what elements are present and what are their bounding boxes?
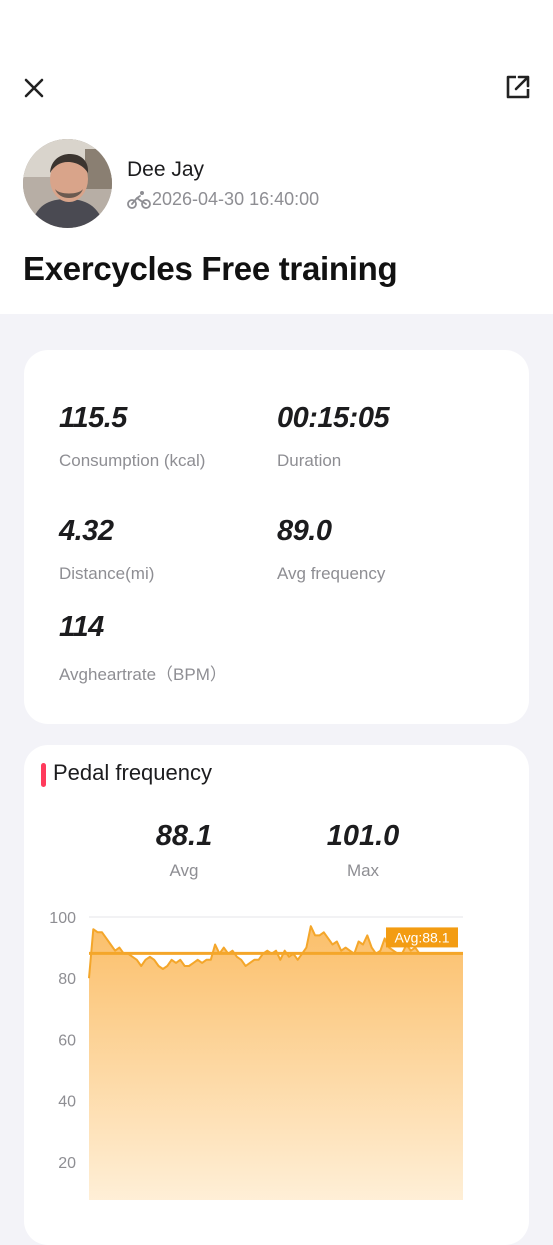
y-tick-label-40: 40 [58,1094,76,1111]
avg-pedal-label: Avg [169,861,199,880]
avg-frequency-label: Avg frequency [277,564,386,583]
pedal-frequency-chart: 20 40 60 80 100 Avg:88.1 [49,910,463,1200]
duration-value: 00:15:05 [277,402,390,434]
y-tick-label-60: 60 [58,1032,76,1049]
stats-card: 115.5 Consumption (kcal) 00:15:05 Durati… [24,350,529,724]
user-name: Dee Jay [127,158,205,181]
y-tick-label-100: 100 [49,910,76,927]
distance-value: 4.32 [59,515,114,547]
top-bar [0,0,553,123]
section-title: Pedal frequency [53,760,212,785]
max-pedal-value: 101.0 [326,820,400,852]
max-pedal-label: Max [346,861,380,880]
y-tick-label-20: 20 [58,1155,76,1172]
avg-heartrate-label: Avgheartrate（BPM） [59,665,227,684]
bicycle-icon [127,190,151,209]
profile-section: Dee Jay 2026-04-30 16:40:00 Exercycles F… [0,122,553,314]
section-accent-bar [41,763,46,787]
share-button[interactable] [504,73,532,101]
close-icon [24,78,44,98]
calories-value: 115.5 [59,402,127,434]
distance-label: Distance(mi) [59,564,155,583]
session-datetime: 2026-04-30 16:40:00 [152,189,320,209]
avatar[interactable] [23,139,112,228]
session-info: 2026-04-30 16:40:00 [127,189,319,210]
avg-pedal-value: 88.1 [155,820,213,852]
close-button[interactable] [20,74,48,102]
share-icon [506,75,530,99]
avg-frequency-value: 89.0 [277,515,332,547]
page-title: Exercycles Free training [23,250,398,287]
duration-label: Duration [277,451,342,470]
calories-label: Consumption (kcal) [59,451,206,470]
pedal-frequency-card: Pedal frequency 88.1 Avg 101.0 Max 20 40 6… [24,745,529,1245]
avg-marker-label: Avg:88.1 [394,929,449,945]
avg-heartrate-value: 114 [59,611,104,643]
frequency-area [89,926,463,1200]
y-tick-label-80: 80 [58,971,76,988]
avatar-image [23,139,112,228]
